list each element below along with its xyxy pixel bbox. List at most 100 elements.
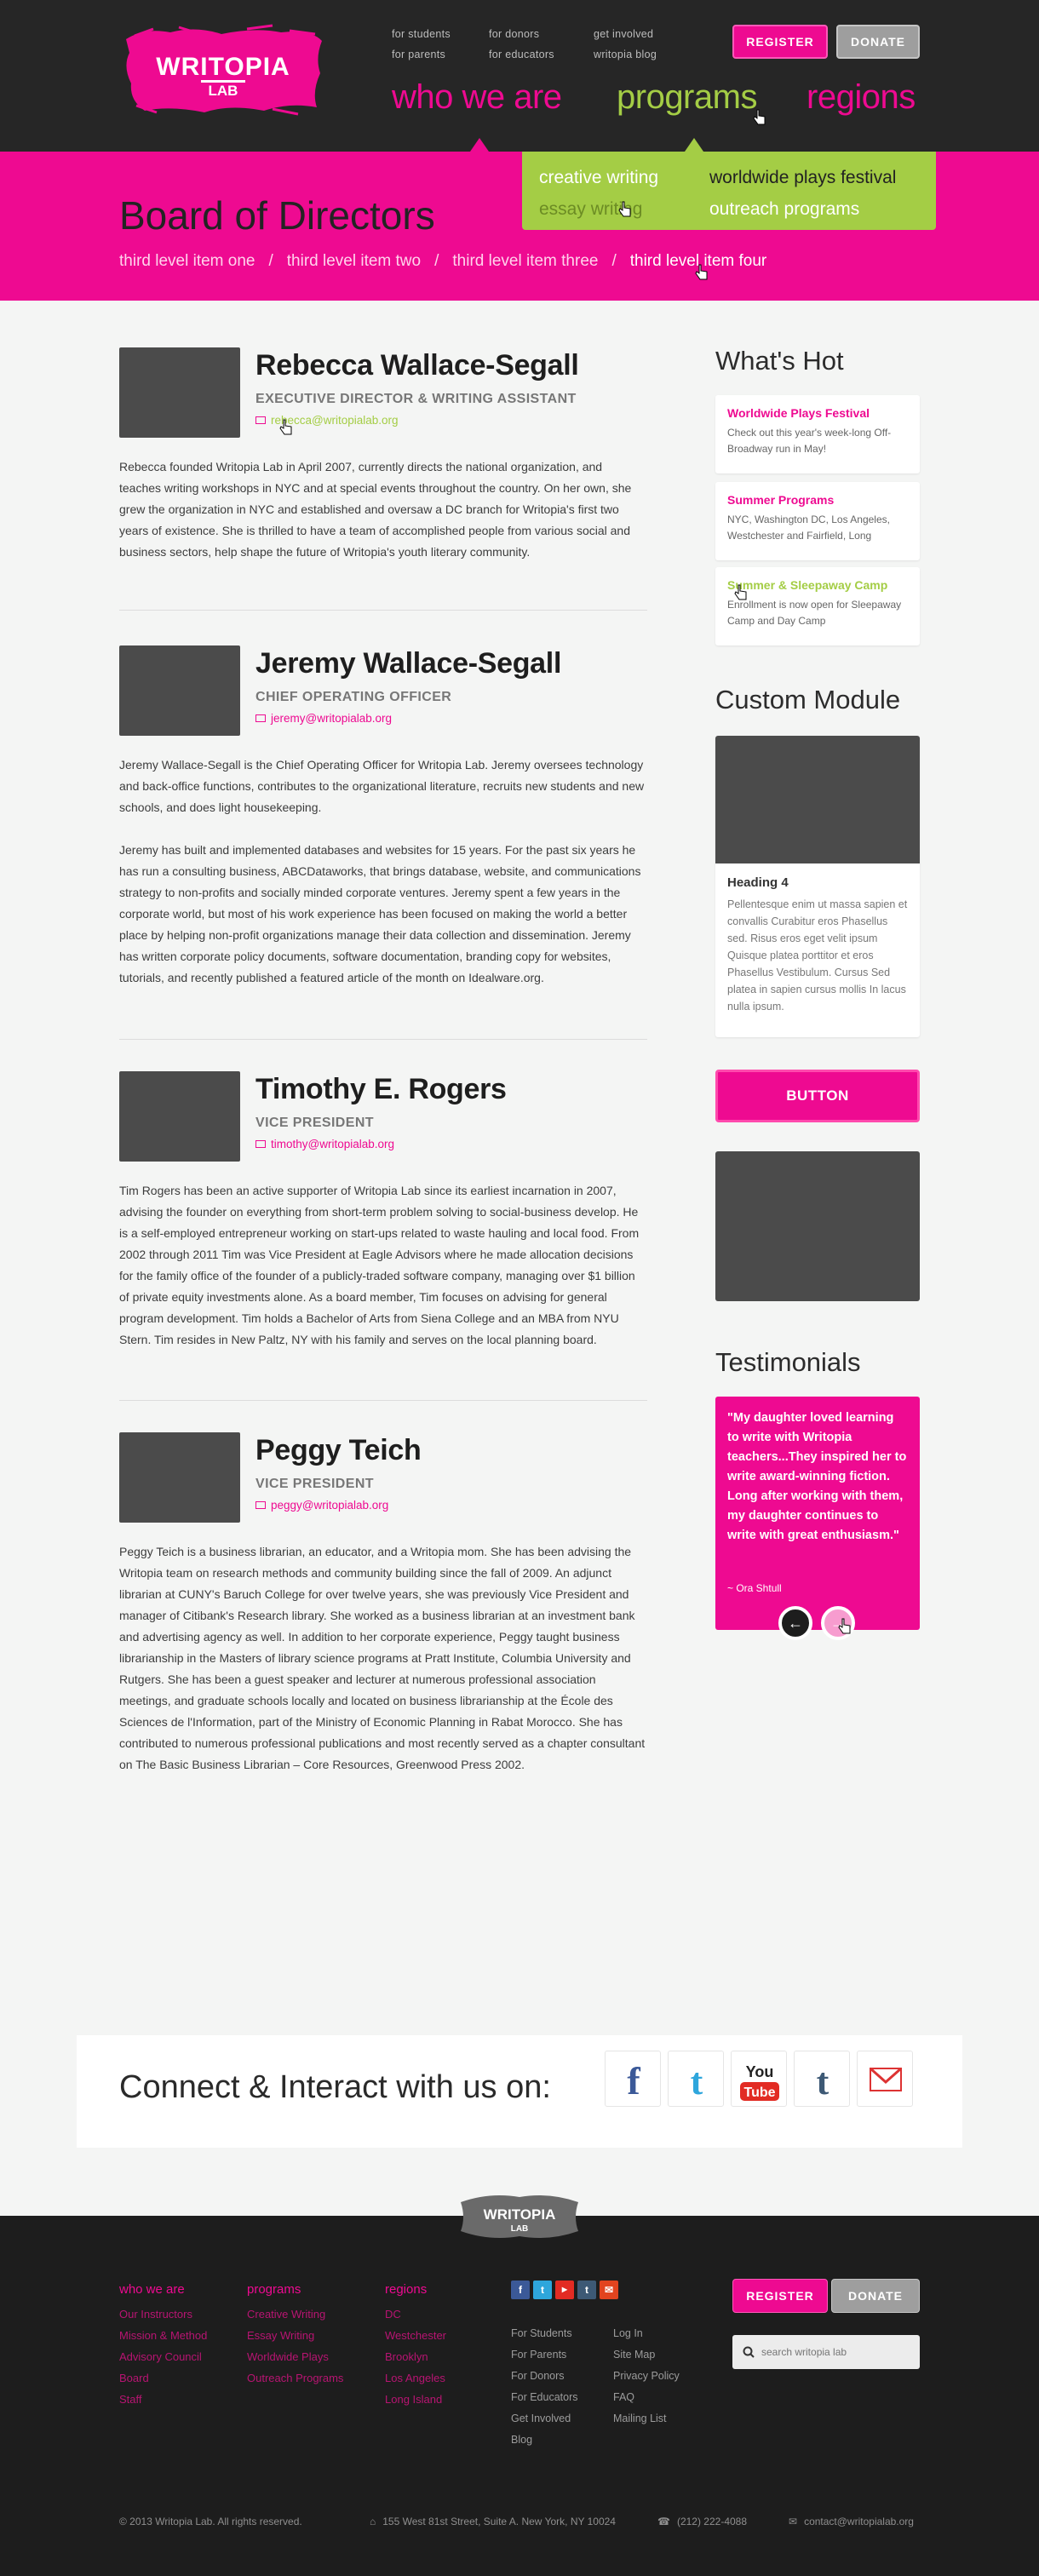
hot-card-title[interactable]: Worldwide Plays Festival: [727, 406, 908, 420]
link-for-students[interactable]: for students: [392, 24, 451, 44]
footer-link[interactable]: Privacy Policy: [613, 2366, 680, 2387]
link-writopia-blog[interactable]: writopia blog: [594, 44, 657, 65]
footer-link[interactable]: Get Involved: [511, 2408, 578, 2430]
module-image: [715, 736, 920, 863]
link-for-parents[interactable]: for parents: [392, 44, 451, 65]
cursor-hand-icon: [838, 1618, 851, 1634]
link-for-educators[interactable]: for educators: [489, 44, 554, 65]
hot-card-text: Enrollment is now open for Sleepaway Cam…: [727, 599, 902, 627]
site-footer: WRITOPIA LAB who we are Our Instructors …: [0, 2195, 1039, 2576]
footer-link[interactable]: Worldwide Plays: [247, 2346, 343, 2367]
nav-who-we-are[interactable]: who we are: [392, 78, 562, 117]
crumb-item-three[interactable]: third level item three: [452, 252, 598, 270]
footer-link[interactable]: For Parents: [511, 2344, 578, 2366]
person-email[interactable]: jeremy@writopialab.org: [255, 712, 392, 725]
dropdown-essay-writing[interactable]: essay writing: [539, 193, 658, 225]
hot-card-title[interactable]: Summer Programs: [727, 493, 908, 507]
svg-text:Tube: Tube: [743, 2085, 775, 2100]
copyright: © 2013 Writopia Lab. All rights reserved…: [119, 2516, 302, 2527]
link-get-involved[interactable]: get involved: [594, 24, 657, 44]
footer-link[interactable]: Brooklyn: [385, 2346, 446, 2367]
register-button[interactable]: REGISTER: [732, 25, 828, 59]
nav-regions[interactable]: regions: [807, 78, 916, 117]
footer-logo[interactable]: WRITOPIA LAB: [456, 2190, 583, 2243]
writopia-logo[interactable]: WRITOPIA LAB: [119, 24, 327, 116]
hot-card-title[interactable]: Summer & Sleepaway Camp: [727, 578, 908, 592]
footer-links-col1: For Students For Parents For Donors For …: [511, 2323, 578, 2451]
link-for-donors[interactable]: for donors: [489, 24, 554, 44]
footer-col-head[interactable]: regions: [385, 2279, 446, 2300]
search-input[interactable]: [761, 2335, 915, 2369]
gmail-icon[interactable]: ✉: [600, 2281, 618, 2299]
footer-link[interactable]: Our Instructors: [119, 2303, 207, 2325]
person-email[interactable]: rebecca@writopialab.org: [255, 414, 399, 427]
footer-link[interactable]: Staff: [119, 2389, 207, 2410]
twitter-icon[interactable]: t: [533, 2281, 552, 2299]
module-text: Pellentesque enim ut massa sapien et con…: [727, 898, 908, 1013]
youtube-icon[interactable]: You Tube: [731, 2051, 787, 2107]
nav-programs[interactable]: programs: [617, 78, 757, 117]
facebook-icon[interactable]: f: [605, 2051, 661, 2107]
person-email-text[interactable]: jeremy@writopialab.org: [271, 712, 392, 725]
hot-card[interactable]: Summer & Sleepaway Camp Enrollment is no…: [715, 567, 920, 645]
person-email-text[interactable]: peggy@writopialab.org: [271, 1499, 388, 1512]
footer-col-regions: regions DC Westchester Brooklyn Los Ange…: [385, 2279, 446, 2410]
footer-link[interactable]: For Donors: [511, 2366, 578, 2387]
footer-link[interactable]: Blog: [511, 2430, 578, 2451]
hot-card[interactable]: Worldwide Plays Festival Check out this …: [715, 395, 920, 473]
footer-col-head[interactable]: programs: [247, 2279, 343, 2300]
dropdown-creative-writing[interactable]: creative writing: [539, 162, 658, 193]
footer-link[interactable]: For Educators: [511, 2387, 578, 2408]
footer-link[interactable]: Board: [119, 2367, 207, 2389]
person-card: Jeremy Wallace-Segall CHIEF OPERATING OF…: [119, 645, 647, 1020]
site-header: WRITOPIA LAB for students for parents fo…: [0, 0, 1039, 152]
crumb-item-one[interactable]: third level item one: [119, 252, 255, 270]
search-icon[interactable]: [743, 2346, 755, 2358]
footer-link[interactable]: Mailing List: [613, 2408, 680, 2430]
person-bio: Peggy Teich is a business librarian, an …: [119, 1541, 647, 1776]
hot-card[interactable]: Summer Programs NYC, Washington DC, Los …: [715, 482, 920, 560]
footer-link[interactable]: Essay Writing: [247, 2325, 343, 2346]
footer-link[interactable]: Outreach Programs: [247, 2367, 343, 2389]
tumblr-icon[interactable]: t: [577, 2281, 596, 2299]
twitter-icon[interactable]: t: [668, 2051, 724, 2107]
footer-link[interactable]: Long Island: [385, 2389, 446, 2410]
footer-link[interactable]: Advisory Council: [119, 2346, 207, 2367]
tumblr-icon[interactable]: t: [794, 2051, 850, 2107]
svg-text:WRITOPIA: WRITOPIA: [484, 2206, 556, 2223]
facebook-icon[interactable]: f: [511, 2281, 530, 2299]
dropdown-col1: creative writing essay writing: [539, 162, 658, 225]
footer-link[interactable]: Los Angeles: [385, 2367, 446, 2389]
footer-link[interactable]: Mission & Method: [119, 2325, 207, 2346]
person-bio: Tim Rogers has been an active supporter …: [119, 1180, 647, 1351]
prev-arrow-icon[interactable]: ←: [778, 1606, 812, 1640]
footer-link[interactable]: For Students: [511, 2323, 578, 2344]
person-role: VICE PRESIDENT: [255, 1116, 374, 1130]
footer-email[interactable]: ✉ contact@writopialab.org: [789, 2516, 914, 2527]
youtube-icon[interactable]: ▶: [555, 2281, 574, 2299]
person-email-text[interactable]: timothy@writopialab.org: [271, 1138, 394, 1150]
person-email[interactable]: peggy@writopialab.org: [255, 1499, 388, 1512]
crumb-item-two[interactable]: third level item two: [287, 252, 421, 270]
donate-button[interactable]: DONATE: [836, 25, 920, 59]
breadcrumb: third level item one / third level item tw…: [119, 252, 766, 271]
footer-link[interactable]: DC: [385, 2303, 446, 2325]
dropdown-outreach-programs[interactable]: outreach programs: [709, 193, 896, 225]
person-email[interactable]: timothy@writopialab.org: [255, 1138, 394, 1150]
sidebar-button[interactable]: BUTTON: [715, 1070, 920, 1122]
footer-link[interactable]: Westchester: [385, 2325, 446, 2346]
footer-link[interactable]: Site Map: [613, 2344, 680, 2366]
email-text[interactable]: contact@writopialab.org: [804, 2516, 914, 2527]
footer-col-head[interactable]: who we are: [119, 2279, 207, 2300]
testimonial-author: ~ Ora Shtull: [727, 1582, 782, 1594]
top-links-col2: for donors for educators: [489, 24, 554, 65]
footer-link[interactable]: Creative Writing: [247, 2303, 343, 2325]
footer-link[interactable]: FAQ: [613, 2387, 680, 2408]
footer-link[interactable]: Log In: [613, 2323, 680, 2344]
top-links-col3: get involved writopia blog: [594, 24, 657, 65]
dropdown-worldwide-plays[interactable]: worldwide plays festival: [709, 162, 896, 193]
footer-register-button[interactable]: REGISTER: [732, 2279, 828, 2313]
person-bio: Jeremy Wallace-Segall is the Chief Opera…: [119, 754, 647, 989]
gmail-icon[interactable]: [857, 2051, 913, 2107]
footer-donate-button[interactable]: DONATE: [831, 2279, 920, 2313]
